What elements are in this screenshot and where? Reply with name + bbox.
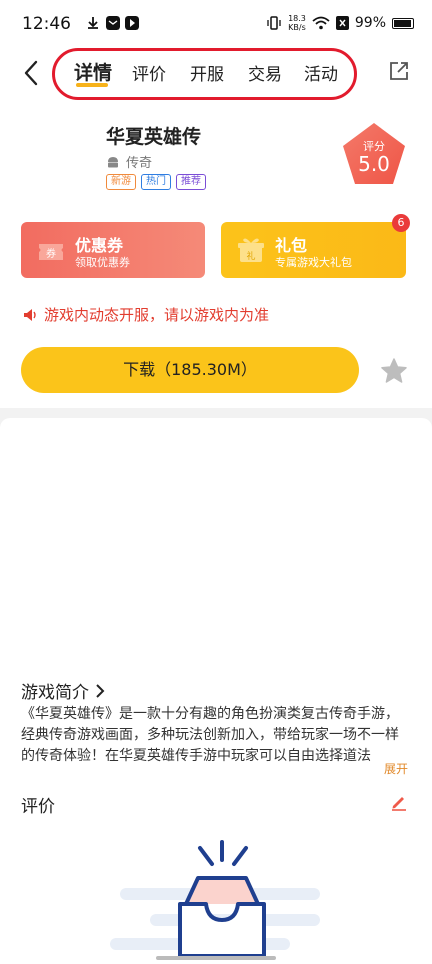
gift-subtitle: 专属游戏大礼包 — [275, 256, 352, 269]
speaker-icon — [24, 308, 36, 321]
genre-row: 传奇 — [106, 152, 152, 171]
notice-text: 游戏内动态开服，请以游戏内为准 — [44, 306, 270, 324]
coupon-card[interactable]: 券 优惠券 领取优惠券 — [21, 222, 205, 278]
coupon-title: 优惠券 — [75, 236, 124, 255]
active-tab-indicator — [76, 83, 108, 87]
tab-trade[interactable]: 交易 — [248, 60, 282, 85]
top-nav: 详情 评价 开服 交易 活动 — [0, 48, 432, 100]
reviews-title: 评价 — [21, 797, 55, 817]
intro-header[interactable]: 游戏简介 — [21, 678, 105, 703]
gift-box-icon: 礼 — [238, 238, 264, 262]
app-status-icon — [125, 16, 139, 30]
svg-text:券: 券 — [46, 247, 56, 260]
app-detail-page: 12:46 18.3 KB/s 99% 详情 评价 开服 交易 活动 华夏英雄传… — [0, 0, 432, 964]
net-speed-unit: KB/s — [288, 23, 306, 32]
back-icon[interactable] — [20, 58, 44, 88]
expand-link[interactable]: 展开 — [384, 760, 408, 777]
share-icon[interactable] — [388, 60, 410, 82]
intro-title: 游戏简介 — [21, 683, 89, 703]
tab-detail[interactable]: 详情 — [74, 58, 112, 85]
screenshots-area — [0, 418, 432, 674]
tag-hot: 热门 — [141, 174, 171, 190]
gift-count-badge: 6 — [392, 214, 410, 232]
gift-card[interactable]: 礼 礼包 专属游戏大礼包 6 — [221, 214, 410, 278]
sim-icon — [335, 16, 349, 30]
status-right: 18.3 KB/s 99% — [266, 14, 414, 32]
game-name: 华夏英雄传 — [106, 126, 202, 148]
mail-status-icon — [106, 16, 120, 30]
vibrate-icon — [267, 16, 281, 30]
chevron-right-icon — [96, 683, 105, 698]
game-header: 华夏英雄传 传奇 新游 热门 推荐 评分 5.0 券 优惠券 领取优惠券 礼 礼… — [0, 100, 432, 408]
tab-reviews[interactable]: 评价 — [132, 60, 166, 85]
battery-icon — [392, 17, 414, 29]
android-icon — [108, 156, 118, 167]
download-button[interactable]: 下载（185.30M） — [21, 347, 359, 393]
net-speed-value: 18.3 — [288, 14, 306, 23]
battery-percent: 99% — [354, 15, 386, 31]
wifi-icon — [312, 16, 330, 30]
empty-inbox-icon — [110, 840, 320, 958]
detail-panel: 游戏简介 《华夏英雄传》是一款十分有趣的角色扮演类复古传奇手游，经典传奇游戏画面… — [0, 418, 432, 964]
edit-review-icon[interactable] — [390, 793, 408, 811]
score-badge: 评分 5.0 — [340, 120, 408, 188]
tab-events[interactable]: 活动 — [304, 60, 338, 85]
intro-text: 《华夏英雄传》是一款十分有趣的角色扮演类复古传奇手游，经典传奇游戏画面，多种玩法… — [21, 706, 399, 764]
game-genre: 传奇 — [126, 156, 153, 171]
coupon-subtitle: 领取优惠券 — [75, 256, 130, 269]
score-value: 5.0 — [358, 152, 390, 176]
status-bar: 12:46 18.3 KB/s 99% — [0, 0, 432, 48]
game-tags: 新游 热门 推荐 — [106, 174, 206, 190]
tag-new: 新游 — [106, 174, 136, 190]
gift-title: 礼包 — [275, 236, 308, 255]
favorite-star-icon[interactable] — [380, 357, 408, 385]
home-indicator[interactable] — [156, 956, 276, 960]
tab-servers[interactable]: 开服 — [190, 60, 224, 85]
status-time: 12:46 — [22, 14, 71, 34]
coupon-icon: 券 — [39, 244, 63, 260]
download-status-icon — [88, 17, 98, 29]
net-speed: 18.3 KB/s — [288, 14, 306, 32]
tag-recommended: 推荐 — [176, 174, 206, 190]
svg-text:礼: 礼 — [246, 250, 255, 262]
server-notice: 游戏内动态开服，请以游戏内为准 — [22, 304, 269, 325]
